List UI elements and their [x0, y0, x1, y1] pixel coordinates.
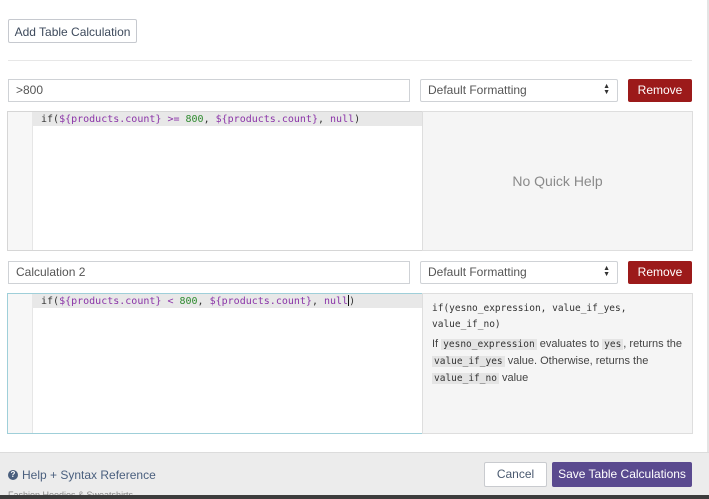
quick-help-panel: if(yesno_expression, value_if_yes, value… — [422, 293, 693, 434]
signature-line: if(yesno_expression, value_if_yes, — [432, 303, 627, 314]
code-fn: if( — [41, 114, 60, 125]
calculation-name-input[interactable]: >800 — [8, 79, 410, 102]
code-close: ) — [354, 114, 361, 125]
select-arrows-icon: ▲ ▼ — [603, 265, 610, 278]
formatting-select[interactable]: Default Formatting ▲ ▼ — [420, 261, 618, 284]
help-syntax-link[interactable]: ? Help + Syntax Reference — [8, 468, 156, 482]
code-sep: , — [317, 114, 331, 125]
formatting-select-value: Default Formatting — [428, 265, 527, 279]
remove-button[interactable]: Remove — [628, 79, 692, 102]
code-field: ${products.count} — [59, 296, 162, 307]
code-field: ${products.count} — [59, 114, 162, 125]
editor-gutter — [8, 112, 33, 250]
code-sep: , — [197, 296, 210, 307]
desc-text: value — [498, 372, 529, 384]
expression-editor[interactable]: if(${products.count} >= 800, ${products.… — [7, 111, 423, 251]
function-description: If yesno_expression evaluates to yes, re… — [432, 336, 690, 387]
expression-code: if(${products.count} >= 800, ${products.… — [41, 113, 360, 126]
code-null: null — [324, 296, 349, 307]
code-field: ${products.count} — [215, 114, 318, 125]
help-link-label: Help + Syntax Reference — [22, 468, 156, 482]
formatting-select-value: Default Formatting — [428, 83, 527, 97]
desc-text: value. Otherwise, returns the — [504, 355, 649, 367]
question-icon: ? — [8, 470, 18, 480]
expression-code: if(${products.count} < 800, ${products.c… — [41, 295, 355, 308]
select-arrows-icon: ▲ ▼ — [603, 83, 610, 96]
remove-button[interactable]: Remove — [628, 261, 692, 284]
code-field: ${products.count} — [209, 296, 312, 307]
cancel-button[interactable]: Cancel — [484, 462, 547, 487]
save-table-calculations-button[interactable]: Save Table Calculations — [552, 462, 692, 487]
code-fn: if( — [41, 296, 60, 307]
desc-text: evaluates to — [536, 338, 603, 350]
code-tag: yesno_expression — [441, 339, 537, 350]
code-number: 800 — [179, 296, 198, 307]
code-operator: >= — [161, 114, 186, 125]
add-table-calculation-button[interactable]: Add Table Calculation — [8, 19, 137, 43]
code-null: null — [330, 114, 355, 125]
quick-help-panel: No Quick Help — [422, 111, 693, 251]
bottom-border — [0, 495, 709, 499]
no-quick-help-text: No Quick Help — [512, 173, 603, 189]
signature-line: value_if_no) — [432, 319, 501, 330]
expression-editor[interactable]: if(${products.count} < 800, ${products.c… — [7, 293, 423, 434]
code-operator: < — [161, 296, 180, 307]
function-signature: if(yesno_expression, value_if_yes, value… — [432, 301, 682, 333]
code-sep: , — [203, 114, 216, 125]
code-close: ) — [349, 296, 356, 307]
code-tag: yes — [602, 339, 624, 350]
code-tag: value_if_no — [432, 373, 499, 384]
divider — [8, 60, 692, 61]
code-tag: value_if_yes — [432, 356, 505, 367]
desc-text: , returns the — [623, 338, 682, 350]
code-sep: , — [311, 296, 324, 307]
formatting-select[interactable]: Default Formatting ▲ ▼ — [420, 79, 618, 102]
calculation-name-input[interactable]: Calculation 2 — [8, 261, 410, 284]
desc-text: If — [432, 338, 442, 350]
editor-gutter — [8, 294, 33, 433]
code-number: 800 — [185, 114, 204, 125]
